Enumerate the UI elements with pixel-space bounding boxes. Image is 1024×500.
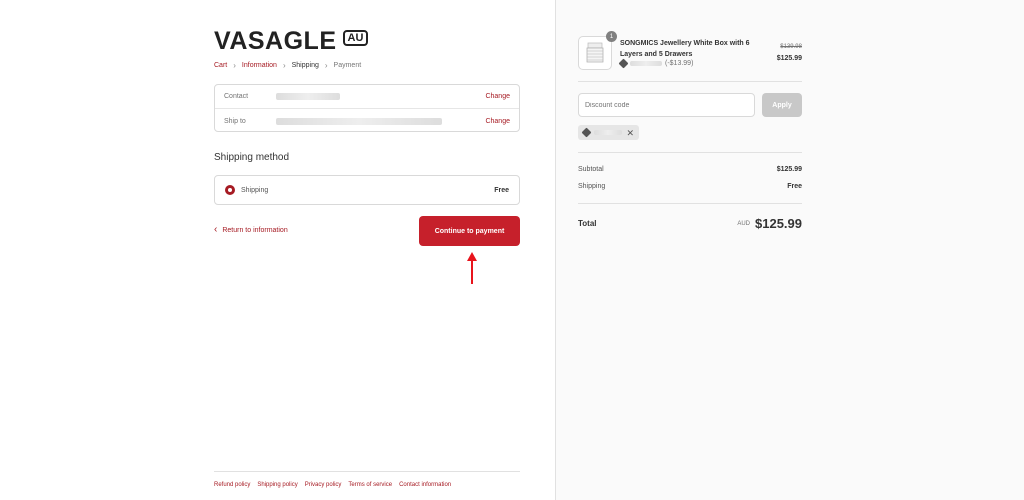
shipping-option[interactable]: Shipping Free bbox=[214, 175, 520, 205]
footer-refund-policy[interactable]: Refund policy bbox=[214, 482, 250, 488]
subtotal-row: Subtotal $125.99 bbox=[578, 166, 802, 173]
product-discount: (-$13.99) bbox=[618, 58, 694, 69]
change-shipto-link[interactable]: Change bbox=[485, 118, 510, 125]
close-icon[interactable]: ✕ bbox=[626, 128, 634, 137]
checkout-main: VASAGLE AU Cart › Information › Shipping… bbox=[0, 0, 555, 500]
shipping-option-label: Shipping bbox=[241, 186, 269, 194]
footer-terms-of-service[interactable]: Terms of service bbox=[348, 482, 392, 488]
contact-label: Contact bbox=[224, 93, 249, 100]
discount-code-redacted bbox=[630, 61, 662, 66]
breadcrumb-shipping: Shipping bbox=[291, 62, 319, 69]
contact-value-redacted bbox=[276, 93, 340, 100]
product-thumbnail: 1 bbox=[578, 31, 617, 70]
footer-privacy-policy[interactable]: Privacy policy bbox=[305, 482, 342, 488]
shipto-label: Ship to bbox=[224, 117, 246, 125]
applied-code-redacted bbox=[594, 130, 622, 135]
total-row: Total AUD $125.99 bbox=[578, 216, 802, 231]
subtotal-value: $125.99 bbox=[776, 166, 802, 173]
quantity-badge: 1 bbox=[606, 31, 617, 42]
divider bbox=[578, 152, 802, 153]
discount-code-input[interactable] bbox=[578, 93, 755, 117]
shipping-radio[interactable] bbox=[225, 185, 235, 195]
continue-to-payment-button[interactable]: Continue to payment bbox=[419, 216, 520, 246]
order-product: 1 SONGMICS Jewellery White Box with 6 La… bbox=[578, 31, 802, 70]
arrow-up-icon bbox=[467, 252, 477, 284]
review-row-contact: Contact Change bbox=[215, 85, 519, 109]
product-original-price: $139.98 bbox=[780, 44, 802, 50]
chevron-right-icon: › bbox=[233, 61, 236, 70]
breadcrumb-payment: Payment bbox=[333, 62, 362, 69]
tag-icon bbox=[581, 127, 592, 138]
chevron-right-icon: › bbox=[282, 61, 286, 70]
shipping-summary-label: Shipping bbox=[578, 183, 606, 190]
product-price: $125.99 bbox=[776, 55, 802, 62]
tag-icon bbox=[618, 58, 629, 69]
total-value: $125.99 bbox=[755, 216, 802, 231]
breadcrumb: Cart › Information › Shipping › Payment bbox=[214, 61, 361, 70]
brand-logo[interactable]: VASAGLE AU bbox=[214, 27, 369, 55]
shipto-value-redacted bbox=[276, 117, 442, 125]
chevron-right-icon: › bbox=[324, 61, 328, 70]
applied-discount-tag: ✕ bbox=[578, 125, 639, 140]
return-label: Return to information bbox=[222, 226, 288, 234]
review-row-shipto: Ship to Change bbox=[215, 109, 519, 133]
divider bbox=[578, 81, 802, 82]
shipping-summary-value: Free bbox=[787, 183, 802, 190]
total-label: Total bbox=[578, 219, 597, 228]
footer-contact-information[interactable]: Contact information bbox=[399, 482, 451, 488]
review-block: Contact Change Ship to Change bbox=[214, 84, 520, 132]
shipping-method-title: Shipping method bbox=[214, 152, 290, 163]
subtotal-label: Subtotal bbox=[578, 166, 604, 173]
footer-links: Refund policy Shipping policy Privacy po… bbox=[214, 471, 520, 488]
change-contact-link[interactable]: Change bbox=[485, 93, 510, 100]
breadcrumb-cart[interactable]: Cart bbox=[214, 62, 227, 69]
jewellery-box-image bbox=[586, 42, 604, 63]
product-discount-amount: (-$13.99) bbox=[665, 60, 694, 67]
total-currency: AUD bbox=[737, 220, 750, 227]
divider bbox=[578, 203, 802, 204]
shipping-option-price: Free bbox=[494, 186, 509, 194]
breadcrumb-information[interactable]: Information bbox=[242, 62, 277, 69]
return-to-information-link[interactable]: ‹ Return to information bbox=[214, 224, 288, 235]
chevron-left-icon: ‹ bbox=[214, 224, 218, 235]
brand-region-badge: AU bbox=[342, 30, 369, 46]
apply-discount-button[interactable]: Apply bbox=[762, 93, 802, 117]
footer-shipping-policy[interactable]: Shipping policy bbox=[257, 482, 297, 488]
shipping-row: Shipping Free bbox=[578, 183, 802, 190]
product-name: SONGMICS Jewellery White Box with 6 Laye… bbox=[620, 40, 750, 58]
brand-name: VASAGLE bbox=[214, 27, 337, 55]
order-summary bbox=[555, 0, 1024, 500]
